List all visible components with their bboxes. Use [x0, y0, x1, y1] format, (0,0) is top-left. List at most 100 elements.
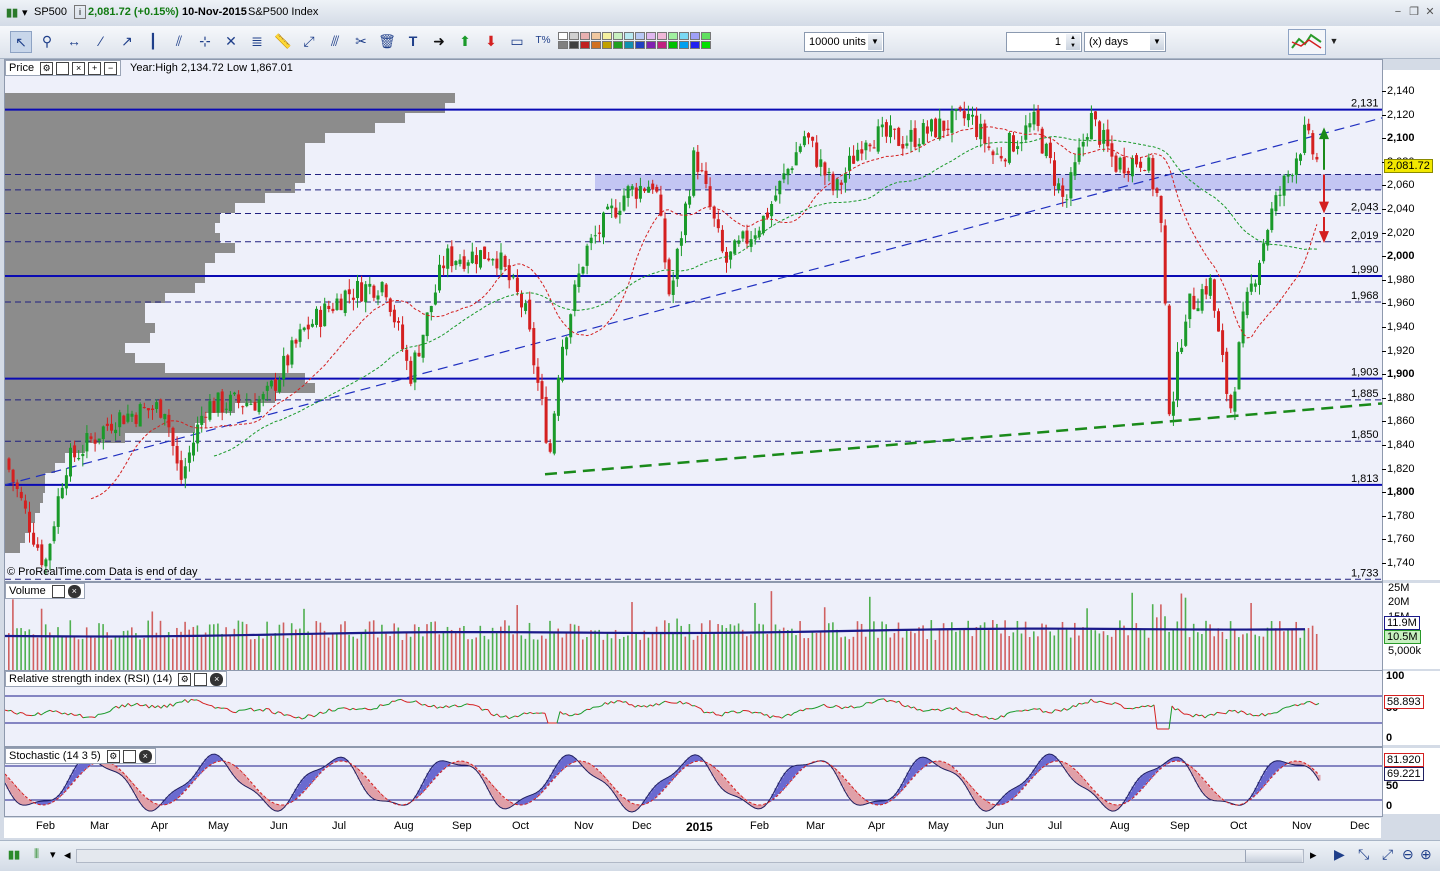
- wrench-icon[interactable]: ⚙: [178, 673, 191, 686]
- window-icon[interactable]: [56, 62, 69, 75]
- volume-panel[interactable]: Volume ×: [4, 582, 1383, 671]
- text-icon[interactable]: T: [403, 31, 423, 51]
- volume-bar: [1263, 637, 1265, 670]
- arrow-right-icon[interactable]: ➜: [429, 31, 449, 51]
- fibonacci-icon[interactable]: ≣: [247, 31, 267, 51]
- ruler-icon[interactable]: 📏: [273, 31, 293, 51]
- candle-body: [852, 156, 855, 164]
- vertical-line-icon[interactable]: ┃: [143, 31, 163, 51]
- fan-icon[interactable]: ✕: [221, 31, 241, 51]
- period-unit-select[interactable]: (x) days ▼: [1084, 32, 1166, 52]
- arrow-down-icon[interactable]: ⬇: [481, 31, 501, 51]
- restore-icon[interactable]: ❐: [1408, 6, 1420, 18]
- zoom-out-icon[interactable]: ⊖: [1402, 846, 1414, 863]
- chevron-down-icon[interactable]: ▾: [50, 848, 56, 861]
- parallel-icon[interactable]: ⫻: [325, 31, 345, 51]
- close-icon[interactable]: ×: [72, 62, 85, 75]
- volume-average-line: [5, 629, 1305, 637]
- candle-body: [778, 181, 781, 194]
- candle-body: [1037, 110, 1040, 126]
- candle-body: [221, 391, 224, 412]
- candle-body: [721, 230, 724, 251]
- zoom-out-icon[interactable]: −: [104, 62, 117, 75]
- close-icon[interactable]: ×: [139, 750, 152, 763]
- ray-icon[interactable]: ↗: [117, 31, 137, 51]
- candle-body: [188, 452, 191, 462]
- volume-bar: [1312, 626, 1314, 670]
- indicators-button[interactable]: [1288, 29, 1326, 55]
- volume-bar: [324, 631, 326, 670]
- arrow-up-icon[interactable]: ⬆: [455, 31, 475, 51]
- price-tick-mark: [1382, 516, 1386, 517]
- rsi-line-segment: [1250, 714, 1253, 716]
- pointer-icon[interactable]: ↖: [10, 31, 32, 53]
- horizontal-scrollbar[interactable]: [76, 849, 1304, 863]
- chevron-down-icon[interactable]: ▼: [1150, 34, 1164, 50]
- candle-body: [278, 380, 281, 392]
- arrows-icon[interactable]: ⤢: [299, 31, 319, 51]
- window-icon[interactable]: [52, 585, 65, 598]
- tools-icon[interactable]: ✂: [351, 31, 371, 51]
- price-tick-mark: [1382, 233, 1386, 234]
- candles-icon[interactable]: ▮▮: [8, 848, 20, 861]
- horizontal-line-icon[interactable]: ↔: [64, 31, 84, 51]
- wrench-icon[interactable]: ⚙: [107, 750, 120, 763]
- symbol-label[interactable]: SP500: [34, 6, 67, 18]
- stoch-chart[interactable]: [5, 748, 1382, 816]
- trash-icon[interactable]: 🗑: [377, 31, 397, 51]
- scrollbar-thumb[interactable]: [1245, 850, 1302, 862]
- rsi-line-segment: [914, 707, 917, 710]
- rsi-line-segment: [413, 701, 416, 702]
- trendline-icon[interactable]: ⁄: [91, 31, 111, 51]
- color-palette[interactable]: [558, 32, 718, 52]
- minimize-icon[interactable]: −: [1392, 6, 1404, 18]
- zoom-in-icon[interactable]: +: [88, 62, 101, 75]
- volume-bar: [147, 621, 149, 670]
- zoom-in-icon[interactable]: ⊕: [1420, 846, 1432, 863]
- volume-bar: [1287, 630, 1289, 670]
- volume-chart[interactable]: [5, 583, 1382, 670]
- close-icon[interactable]: ✕: [1424, 6, 1436, 18]
- rectangle-icon[interactable]: ▭: [507, 31, 527, 51]
- volume-bar: [1131, 593, 1133, 670]
- stepper-arrows-icon[interactable]: ▲▼: [1066, 34, 1080, 50]
- rsi-line-segment: [638, 705, 641, 706]
- zoom-icon[interactable]: ⚲: [37, 31, 57, 51]
- close-icon[interactable]: ×: [210, 673, 223, 686]
- chevron-down-icon[interactable]: ▼: [868, 34, 882, 50]
- candle-body: [389, 299, 392, 312]
- channel-icon[interactable]: ⫽: [169, 31, 189, 51]
- bars-icon[interactable]: ⫼: [34, 848, 39, 861]
- window-icon[interactable]: [194, 673, 207, 686]
- units-select[interactable]: 10000 units ▼: [804, 32, 884, 52]
- rsi-line-segment: [1079, 703, 1082, 704]
- rsi-panel[interactable]: Relative strength index (RSI) (14) ⚙×: [4, 670, 1383, 747]
- price-chart[interactable]: 2,1312,0432,0191,9901,9681,9031,8851,850…: [5, 60, 1382, 581]
- chevron-down-icon[interactable]: ▼: [1324, 31, 1344, 51]
- stoch-panel[interactable]: Stochastic (14 3 5) ⚙×: [4, 747, 1383, 817]
- close-icon[interactable]: ×: [68, 585, 81, 598]
- scroll-left-icon[interactable]: ◂: [64, 847, 71, 863]
- volume-bar: [94, 638, 96, 670]
- collapse-icon[interactable]: ⤢: [1382, 846, 1393, 863]
- price-panel[interactable]: 2,1312,0432,0191,9901,9681,9031,8851,850…: [4, 59, 1383, 582]
- rsi-line-segment: [710, 712, 713, 713]
- rsi-line-segment: [1088, 699, 1091, 703]
- level-label: 1,885: [1351, 388, 1379, 400]
- rsi-line-segment: [782, 716, 785, 718]
- candle-body: [1180, 348, 1183, 352]
- period-value-stepper[interactable]: 1 ▲▼: [1006, 32, 1082, 52]
- play-icon[interactable]: ▶: [1334, 846, 1345, 863]
- rsi-line-segment: [71, 713, 74, 715]
- volume-bar: [45, 624, 47, 670]
- expand-icon[interactable]: ⤡: [1358, 846, 1369, 863]
- symbol-dropdown-icon[interactable]: ▾: [22, 6, 28, 19]
- rsi-line-segment: [656, 704, 659, 705]
- window-icon[interactable]: [123, 750, 136, 763]
- scroll-right-icon[interactable]: ▸: [1310, 847, 1317, 863]
- crosshair-icon[interactable]: ⊹: [195, 31, 215, 51]
- wrench-icon[interactable]: ⚙: [40, 62, 53, 75]
- rsi-line-segment: [134, 703, 137, 705]
- info-icon[interactable]: i: [74, 5, 86, 19]
- percent-icon[interactable]: T%: [533, 31, 553, 51]
